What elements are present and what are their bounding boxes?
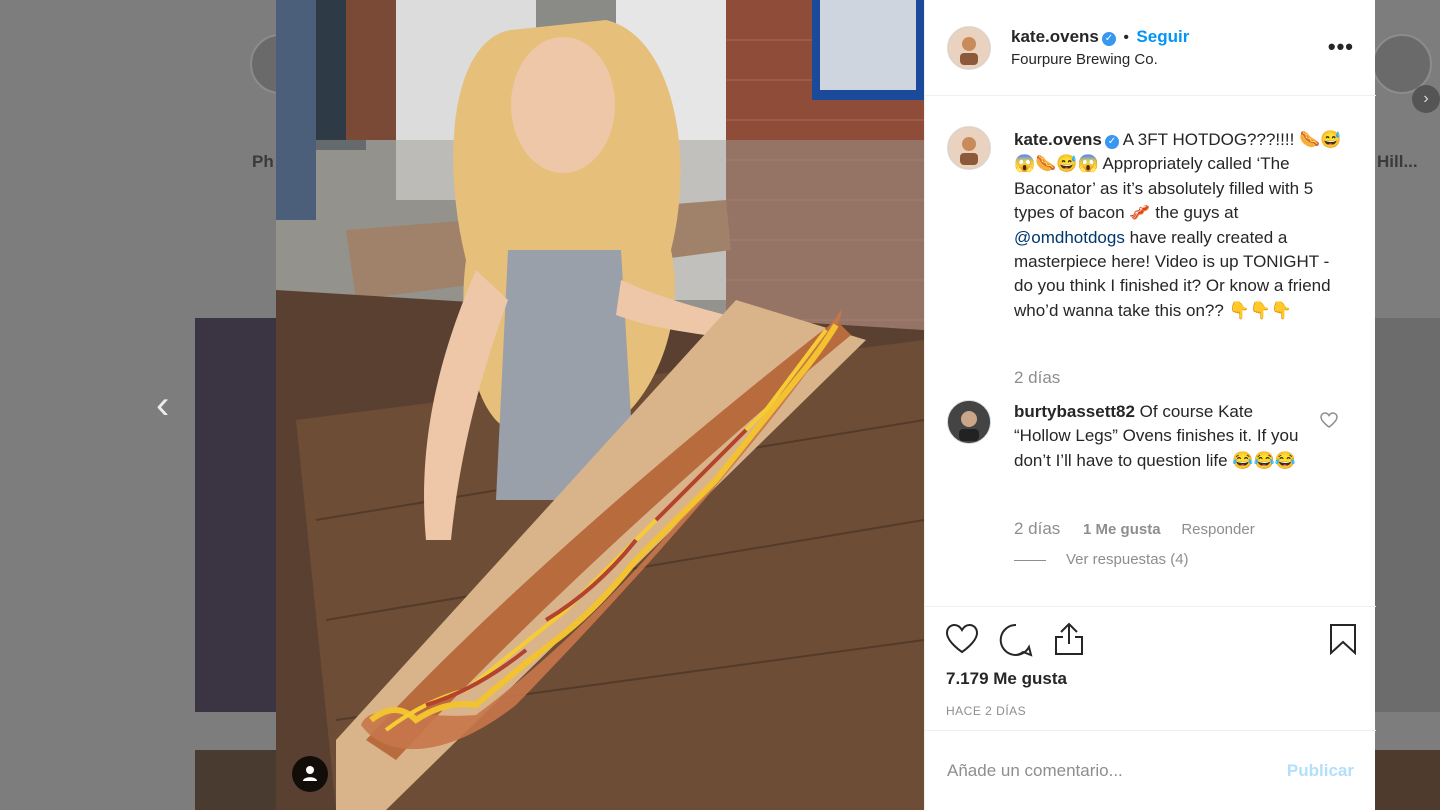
post-actions: 7.179 Me gusta HACE 2 DÍAS — [925, 606, 1376, 730]
caption-author-avatar[interactable] — [947, 126, 991, 170]
commenter-username[interactable]: burtybassett82 — [1014, 402, 1135, 421]
view-replies-label: Ver respuestas (4) — [1066, 551, 1189, 568]
replies-dash — [1014, 559, 1046, 561]
background-story-label: Ph — [252, 152, 274, 171]
post-photo[interactable] — [276, 0, 924, 810]
comment-likes[interactable]: 1 Me gusta — [1083, 521, 1161, 538]
more-options-icon[interactable]: ••• — [1328, 34, 1354, 60]
comments-section[interactable]: kate.ovens ✓ A 3FT HOTDOG???!!!! 🌭😅😱🌭😅😱 A… — [925, 96, 1376, 606]
user-icon — [303, 766, 317, 781]
like-comment-heart-icon[interactable] — [1320, 412, 1338, 428]
mention-link[interactable]: @omdhotdogs — [1014, 228, 1125, 247]
tagged-user-button[interactable] — [292, 756, 328, 792]
previous-post-arrow-icon[interactable]: ‹ — [156, 385, 169, 425]
post-side-panel: kate.ovens ✓ • Seguir Fourpure Brewing Co… — [924, 0, 1376, 810]
publish-button[interactable]: Publicar — [1287, 761, 1354, 781]
view-replies-button[interactable]: Ver respuestas (4) — [1014, 551, 1189, 568]
verified-badge-icon: ✓ — [1101, 32, 1116, 46]
separator-dot: • — [1123, 29, 1129, 46]
add-comment-input[interactable] — [945, 755, 1269, 787]
background-post-thumbnail — [1375, 750, 1440, 810]
comment: burtybassett82 Of course Kate “Hollow Le… — [1014, 400, 1314, 473]
like-heart-icon[interactable] — [945, 623, 979, 655]
post-modal: kate.ovens ✓ • Seguir Fourpure Brewing Co… — [276, 0, 1376, 810]
share-icon[interactable] — [1053, 621, 1085, 657]
next-story-arrow-icon[interactable]: › — [1412, 85, 1440, 113]
author-username[interactable]: kate.ovens — [1011, 27, 1099, 46]
comment-age[interactable]: 2 días — [1014, 519, 1060, 538]
author-avatar-image — [948, 27, 990, 69]
post-caption: kate.ovens ✓ A 3FT HOTDOG???!!!! 🌭😅😱🌭😅😱 A… — [1014, 128, 1344, 323]
post-header: kate.ovens ✓ • Seguir Fourpure Brewing Co… — [925, 0, 1376, 96]
background-post-thumbnail — [195, 318, 276, 712]
caption-author-avatar-image — [948, 127, 990, 169]
background-post-thumbnail — [195, 750, 276, 810]
verified-badge-icon: ✓ — [1104, 135, 1119, 149]
follow-button[interactable]: Seguir — [1136, 27, 1189, 46]
background-story-label: Hill... — [1377, 152, 1418, 171]
post-timestamp[interactable]: HACE 2 DÍAS — [946, 704, 1026, 718]
post-photo-illustration — [276, 0, 924, 810]
comment-bubble-icon[interactable] — [999, 623, 1033, 657]
comment-meta: 2 días 1 Me gusta Responder — [1014, 519, 1255, 539]
commenter-avatar-image — [948, 401, 990, 443]
author-avatar[interactable] — [947, 26, 991, 70]
caption-age[interactable]: 2 días — [1014, 368, 1060, 388]
background-post-thumbnail — [1375, 318, 1440, 712]
commenter-avatar[interactable] — [947, 400, 991, 444]
save-bookmark-icon[interactable] — [1329, 623, 1357, 655]
post-location[interactable]: Fourpure Brewing Co. — [1011, 51, 1158, 68]
like-count[interactable]: 7.179 Me gusta — [946, 669, 1067, 689]
add-comment-bar: Publicar — [925, 730, 1376, 810]
reply-button[interactable]: Responder — [1181, 521, 1254, 538]
caption-author-username[interactable]: kate.ovens — [1014, 130, 1102, 149]
